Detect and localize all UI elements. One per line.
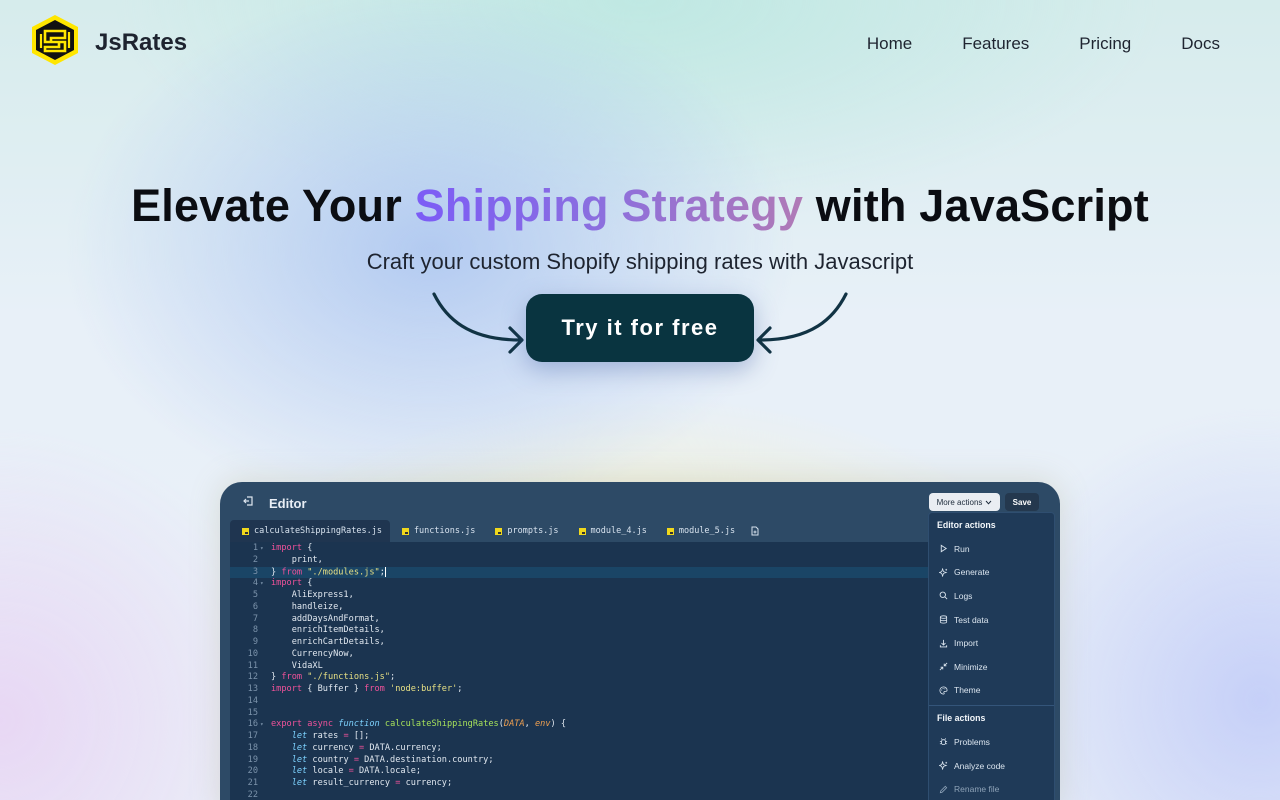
file-actions-heading: File actions (937, 713, 986, 724)
code-line: 17 let rates = []; (247, 731, 370, 741)
code-line: 14 (247, 695, 258, 706)
tab-label: module_5.js (678, 526, 736, 536)
js-file-icon (242, 527, 249, 535)
more-actions-menu: Editor actions Run Generate Logs Test da… (928, 512, 1055, 800)
search-icon (939, 592, 948, 600)
code-editor[interactable]: 1 ▾ import { 2 print, 3} from "./modules.j… (230, 542, 930, 800)
code-line: 1 ▾ import { (252, 543, 313, 553)
menu-item-label: Minimize (954, 661, 988, 672)
bug-icon (939, 738, 948, 746)
menu-item-label: Import (954, 638, 979, 649)
hero-title-highlight: Shipping Strategy (414, 180, 804, 231)
tab-label: calculateShippingRates.js (254, 526, 382, 536)
code-line: 20 let locale = DATA.locale; (247, 766, 422, 777)
menu-item-test-data[interactable]: Test data (929, 608, 1054, 632)
code-line: 9 enrichCartDetails, (252, 637, 385, 647)
exit-icon[interactable] (242, 495, 254, 507)
menu-item-problems[interactable]: Problems (929, 730, 1054, 754)
menu-item-label: Logs (954, 590, 973, 601)
code-line: 13 import { Buffer } from 'node:buffer'; (247, 684, 463, 694)
left-arrow-icon (432, 292, 524, 354)
code-line: 18 let currency = DATA.currency; (247, 742, 442, 753)
nav-features[interactable]: Features (962, 34, 1029, 54)
try-free-button[interactable]: Try it for free (526, 294, 754, 362)
menu-item-theme[interactable]: Theme (929, 679, 1054, 703)
code-line: 3} from "./modules.js"; (230, 566, 930, 579)
editor-window: Editor More actions Save calculateShippi… (220, 482, 1060, 800)
database-icon (939, 615, 948, 624)
code-line: 11 VidaXL (247, 660, 323, 671)
save-button[interactable]: Save (1005, 493, 1039, 511)
editor-actions-heading: Editor actions (937, 520, 996, 530)
palette-icon (939, 686, 948, 695)
nav-docs[interactable]: Docs (1181, 34, 1220, 54)
brand-name[interactable]: JsRates (95, 29, 187, 57)
menu-item-label: Analyze code (954, 760, 1006, 771)
js-file-icon (578, 527, 586, 535)
js-file-icon (401, 527, 409, 535)
site-header: JsRates Home Features Pricing Docs (0, 0, 1280, 86)
hero-title-before: Elevate Your (131, 180, 415, 231)
code-line: 7 addDaysAndFormat, (252, 613, 380, 624)
sparkles-icon (939, 761, 948, 771)
new-file-icon[interactable] (747, 520, 763, 542)
more-actions-label: More actions (936, 497, 983, 507)
main-nav: Home Features Pricing Docs (867, 34, 1220, 54)
code-line: 22 (247, 789, 258, 800)
code-line: 19 let country = DATA.destination.countr… (247, 754, 494, 765)
hero-subtitle: Craft your custom Shopify shipping rates… (366, 249, 914, 274)
menu-item-label: Test data (954, 614, 989, 625)
menu-item-label: Rename file (954, 784, 1000, 795)
code-line: 8 enrichItemDetails, (252, 625, 385, 636)
code-line: 10 CurrencyNow, (247, 648, 354, 659)
tab-functions[interactable]: functions.js (390, 520, 483, 542)
editor-title: Editor (269, 496, 307, 511)
chevron-down-icon (986, 500, 992, 505)
js-file-icon (666, 527, 674, 535)
right-arrow-icon (756, 292, 848, 354)
minimize-icon (939, 662, 948, 671)
hero-title: Elevate Your Shipping Strategy with Java… (0, 180, 1280, 232)
code-line: 21 let result_currency = currency; (247, 778, 453, 788)
js-file-icon (495, 527, 503, 535)
code-line: 16 ▾ export async function calculateShippi… (247, 719, 567, 730)
nav-home[interactable]: Home (867, 34, 912, 54)
menu-item-minimize[interactable]: Minimize (929, 655, 1054, 679)
code-line: 5 AliExpress1, (252, 590, 354, 600)
tab-calculate-shipping-rates[interactable]: calculateShippingRates.js (230, 520, 390, 542)
menu-item-label: Problems (954, 736, 990, 747)
code-line: 12} from "./functions.js"; (247, 672, 396, 683)
menu-item-label: Run (954, 543, 970, 554)
pencil-icon (939, 785, 948, 793)
code-line: 2 print, (252, 554, 323, 565)
code-line: 15 (247, 707, 258, 718)
tab-label: functions.js (413, 526, 476, 536)
more-actions-button[interactable]: More actions (929, 493, 1000, 511)
file-tabs: calculateShippingRates.js functions.js p… (230, 520, 930, 542)
tab-module-5[interactable]: module_5.js (655, 520, 743, 542)
menu-item-run[interactable]: Run (929, 537, 1054, 561)
code-line: 4 ▾ import { (252, 578, 313, 589)
tab-prompts[interactable]: prompts.js (483, 520, 566, 542)
menu-item-analyze-code[interactable]: Analyze code (929, 754, 1054, 778)
menu-item-import[interactable]: Import (929, 631, 1054, 655)
menu-item-label: Generate (954, 567, 990, 578)
tab-label: prompts.js (507, 526, 559, 536)
hero-title-after: with JavaScript (803, 180, 1149, 231)
menu-item-generate[interactable]: Generate (929, 561, 1054, 585)
download-icon (939, 639, 948, 648)
menu-item-logs[interactable]: Logs (929, 584, 1054, 608)
menu-item-rename-file[interactable]: Rename file (929, 777, 1054, 800)
jsrates-logo[interactable] (30, 14, 80, 66)
play-icon (940, 544, 948, 553)
nav-pricing[interactable]: Pricing (1079, 34, 1131, 54)
sparkles-icon (939, 567, 948, 577)
code-line: 6 handleize, (252, 601, 344, 612)
menu-item-label: Theme (954, 685, 981, 696)
tab-label: module_4.js (590, 526, 647, 536)
tab-module-4[interactable]: module_4.js (567, 520, 655, 542)
